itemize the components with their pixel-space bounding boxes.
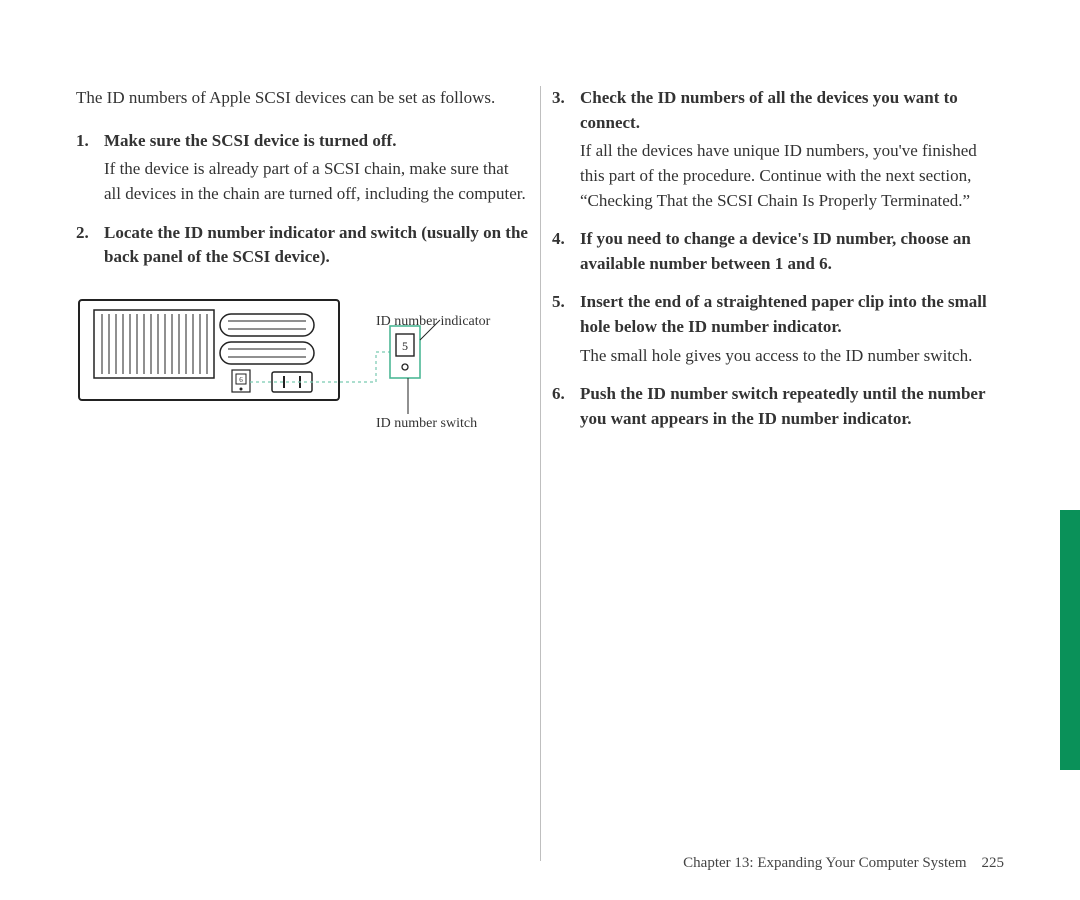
step-number: 2.	[76, 221, 89, 246]
step-5: 5. Insert the end of a straightened pape…	[552, 290, 1004, 368]
left-column: The ID numbers of Apple SCSI devices can…	[76, 86, 528, 474]
step-title: Push the ID number switch repeatedly unt…	[580, 384, 985, 428]
step-title: Make sure the SCSI device is turned off.	[104, 131, 396, 150]
chapter-label: Chapter 13: Expanding Your Computer Syst…	[683, 855, 966, 871]
page-number: 225	[982, 855, 1005, 871]
step-6: 6. Push the ID number switch repeatedly …	[552, 382, 1004, 431]
step-number: 3.	[552, 86, 565, 111]
intro-text: The ID numbers of Apple SCSI devices can…	[76, 86, 528, 111]
step-number: 6.	[552, 382, 565, 407]
step-number: 1.	[76, 129, 89, 154]
step-4: 4. If you need to change a device's ID n…	[552, 227, 1004, 276]
step-body: The small hole gives you access to the I…	[580, 344, 1004, 369]
callout-indicator-value: 5	[402, 339, 408, 353]
step-title: Check the ID numbers of all the devices …	[580, 88, 958, 132]
label-id-switch: ID number switch	[376, 416, 477, 432]
step-title: Locate the ID number indicator and switc…	[104, 223, 528, 267]
right-column: 3. Check the ID numbers of all the devic…	[552, 86, 1004, 474]
step-number: 4.	[552, 227, 565, 252]
step-number: 5.	[552, 290, 565, 315]
id-indicator-value: 6	[239, 376, 243, 384]
page-footer: Chapter 13: Expanding Your Computer Syst…	[683, 855, 1004, 872]
content-area: The ID numbers of Apple SCSI devices can…	[76, 86, 1004, 474]
thumb-index-tab	[1060, 510, 1080, 770]
scsi-device-diagram: 6 5 ID n	[76, 294, 536, 474]
step-1: 1. Make sure the SCSI device is turned o…	[76, 129, 528, 207]
label-id-indicator: ID number indicator	[376, 314, 490, 330]
step-body: If the device is already part of a SCSI …	[104, 157, 528, 206]
step-title: If you need to change a device's ID numb…	[580, 229, 971, 273]
step-3: 3. Check the ID numbers of all the devic…	[552, 86, 1004, 213]
step-body: If all the devices have unique ID number…	[580, 139, 1004, 213]
step-title: Insert the end of a straightened paper c…	[580, 292, 987, 336]
step-2: 2. Locate the ID number indicator and sw…	[76, 221, 528, 270]
page-container: The ID numbers of Apple SCSI devices can…	[0, 0, 1080, 900]
